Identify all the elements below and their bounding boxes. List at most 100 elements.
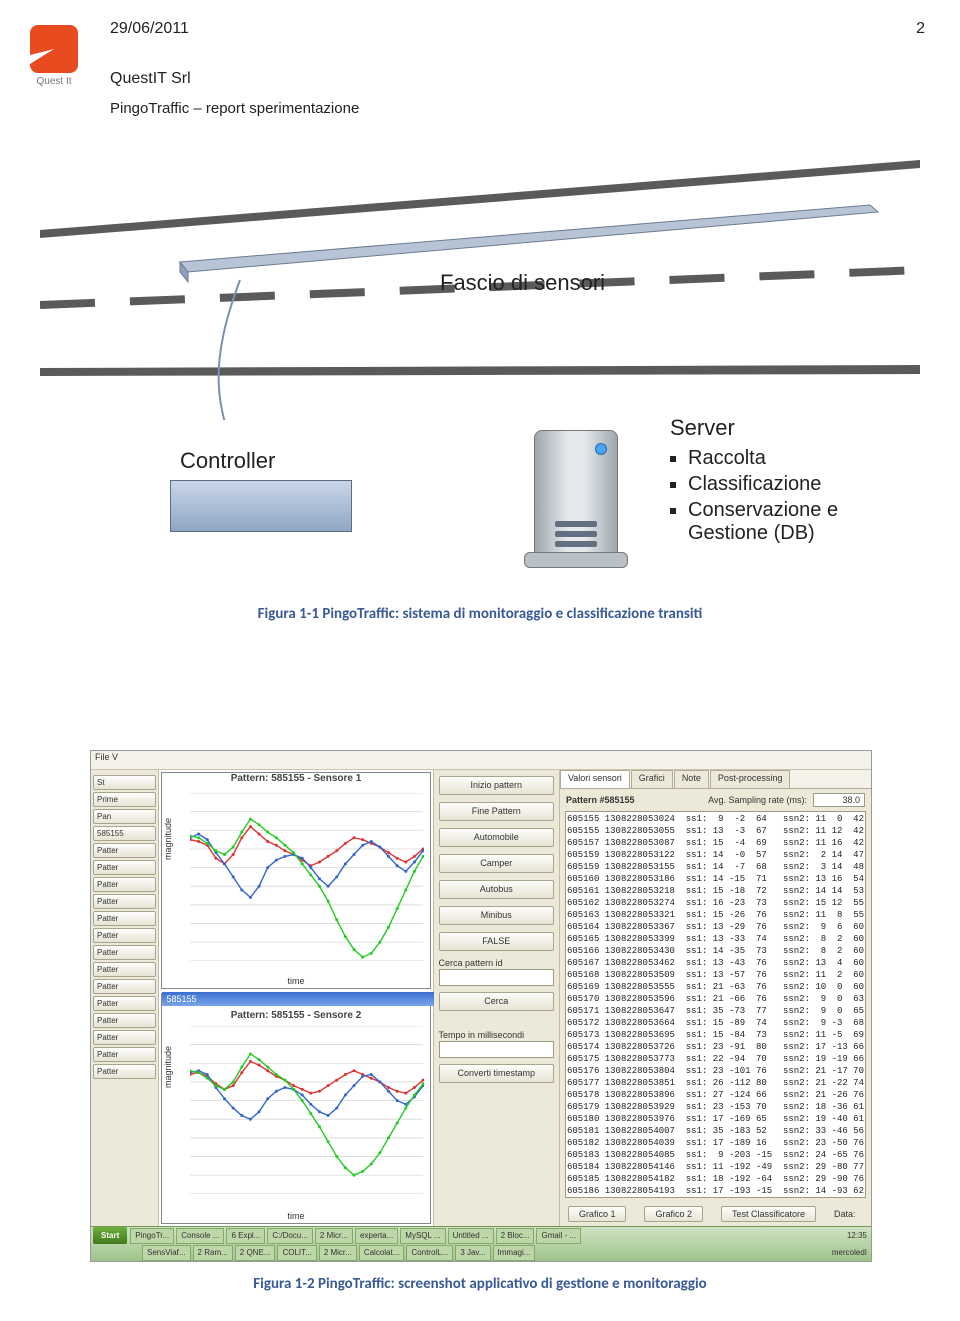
taskbar-item[interactable]: 2 Ram... [193,1245,233,1261]
controller-box [170,480,352,532]
figure-caption-1: Figura 1-1 PingoTraffic: sistema di moni… [0,605,960,623]
sidebar-item[interactable]: Patter [93,928,156,943]
sidebar-item[interactable]: Patter [93,894,156,909]
taskbar-item[interactable]: Gmail - ... [536,1228,581,1244]
avg-sampling-value: 38.0 [813,793,865,807]
taskbar-item[interactable]: experta... [355,1228,398,1244]
taskbar-item[interactable]: C:/Docu... [267,1228,313,1244]
company-name: QuestIT Srl [110,70,191,88]
classify-button[interactable]: Autobus [439,880,554,899]
tray-day: mercoledì [828,1248,871,1257]
sidebar-item[interactable]: Patter [93,860,156,875]
taskbar-item[interactable]: 2 Bloc... [496,1228,535,1244]
sidebar-item[interactable]: Patter [93,979,156,994]
sidebar-item[interactable]: Patter [93,1013,156,1028]
sidebar-item[interactable]: Prime [93,792,156,807]
pattern-id-label: Pattern #585155 [566,795,635,805]
chart2-title: Pattern: 585155 - Sensore 2 [162,1010,429,1021]
grafico-2-button[interactable]: Grafico 2 [644,1206,703,1222]
tab-note[interactable]: Note [674,770,709,788]
classify-button[interactable]: Fine Pattern [439,802,554,821]
start-button[interactable]: Start [93,1227,127,1244]
sidebar-item[interactable]: Patter [93,911,156,926]
taskbar-item[interactable]: Console ... [176,1228,224,1244]
logo: Quest It [25,25,83,87]
sidebar-item[interactable]: Patter [93,945,156,960]
convert-timestamp-button[interactable]: Converti timestamp [439,1064,554,1083]
chart2-plot [190,1026,423,1194]
logo-caption: Quest It [25,76,83,87]
sensor-data-list[interactable]: 605155 1308228053024 ss1: 9 -2 64 ssn2: … [565,811,866,1198]
system-tray[interactable]: 12:35 [843,1231,871,1240]
menu-bar[interactable]: File V [91,751,871,770]
sidebar-item[interactable]: Patter [93,1064,156,1079]
page-number: 2 [916,20,925,38]
text-input[interactable] [439,1041,554,1058]
taskbar-item[interactable]: ControlL... [406,1245,453,1261]
chart-panel: Pattern: 585155 - Sensore 1 magnitude ti… [159,770,432,1226]
page: 29/06/2011 2 Quest It QuestIT Srl PingoT… [0,0,960,1321]
taskbar-item[interactable]: Immagi... [493,1245,536,1261]
taskbar-item[interactable]: 2 Micr... [319,1245,357,1261]
taskbar-item[interactable]: 6 Expl... [226,1228,265,1244]
server-title: Server [670,415,920,441]
field-label: Tempo in millisecondi [439,1030,554,1040]
sidebar-item[interactable]: Patter [93,1030,156,1045]
classify-button[interactable]: Camper [439,854,554,873]
sidebar-item[interactable]: Patter [93,877,156,892]
data-label: Data: [834,1209,856,1219]
text-input[interactable] [439,969,554,986]
classify-button[interactable]: Minibus [439,906,554,925]
sidebar-item[interactable]: St [93,775,156,790]
logo-mark [30,25,78,73]
test-classificatore-button[interactable]: Test Classificatore [721,1206,816,1222]
classify-button[interactable]: FALSE [439,932,554,951]
taskbar-item[interactable]: Untitled ... [448,1228,494,1244]
server-text-block: Server Raccolta Classificazione Conserva… [670,415,920,548]
figure-caption-2: Figura 1-2 PingoTraffic: screenshot appl… [0,1275,960,1293]
server-item-list: Raccolta Classificazione Conservazione e… [688,447,920,545]
taskbar-item[interactable]: PingoTr... [130,1228,174,1244]
taskbar-item[interactable]: SensViaf... [142,1245,191,1261]
chart2-window-title[interactable]: 585155 [162,992,433,1006]
taskbar[interactable]: StartPingoTr...Console ...6 Expl...C:/Do… [91,1226,871,1261]
left-sidebar: St Prime Pan 585155 Patter Patter Patter Patter… [91,770,159,1226]
chart1-ylabel: magnitude [163,817,173,859]
taskbar-item[interactable]: 2 Micr... [315,1228,353,1244]
avg-sampling-label: Avg. Sampling rate (ms): [708,795,807,805]
tray-time: 12:35 [847,1231,867,1240]
tab-valori[interactable]: Valori sensori [560,770,630,788]
chart1-xlabel: time [162,976,429,986]
document-subtitle: PingoTraffic – report sperimentazione [110,100,359,117]
tab-grafici[interactable]: Grafici [631,770,673,788]
sidebar-item[interactable]: 585155 [93,826,156,841]
taskbar-item[interactable]: Calcolat... [359,1245,405,1261]
server-item: Classificazione [688,473,920,496]
sidebar-item[interactable]: Patter [93,843,156,858]
controller-label: Controller [180,448,275,474]
chart1-title: Pattern: 585155 - Sensore 1 [162,773,429,784]
taskbar-item[interactable]: 2 QNE... [235,1245,276,1261]
chart-window-2: 585155 Pattern: 585155 - Sensore 2 magni… [161,993,430,1224]
system-diagram: Fascio di sensori Controller Server Racc… [40,160,920,590]
sidebar-item[interactable]: Patter [93,996,156,1011]
cerca-button[interactable]: Cerca [439,992,554,1011]
classify-button[interactable]: Inizio pattern [439,776,554,795]
server-item: Raccolta [688,447,920,470]
app-screenshot: File V StPrimePan585155PatterPatterPatte… [90,750,872,1262]
sidebar-item[interactable]: Pan [93,809,156,824]
tab-post[interactable]: Post-processing [710,770,791,788]
server-image [520,420,630,570]
data-panel: Valori sensori Grafici Note Post-process… [560,770,871,1226]
sidebar-item[interactable]: Patter [93,962,156,977]
control-panel: Inizio pattern Fine Pattern Automobile Camp… [433,770,560,1226]
taskbar-item[interactable]: MySQL ... [400,1228,445,1244]
classify-button[interactable]: Automobile [439,828,554,847]
taskbar-item[interactable]: COLIT... [277,1245,316,1261]
field-label: Cerca pattern id [439,958,554,968]
grafico-1-button[interactable]: Grafico 1 [568,1206,627,1222]
taskbar-item[interactable]: 3 Jav... [455,1245,490,1261]
header-date: 29/06/2011 [110,20,189,38]
sidebar-item[interactable]: Patter [93,1047,156,1062]
tab-bar: Valori sensori Grafici Note Post-process… [560,770,871,789]
